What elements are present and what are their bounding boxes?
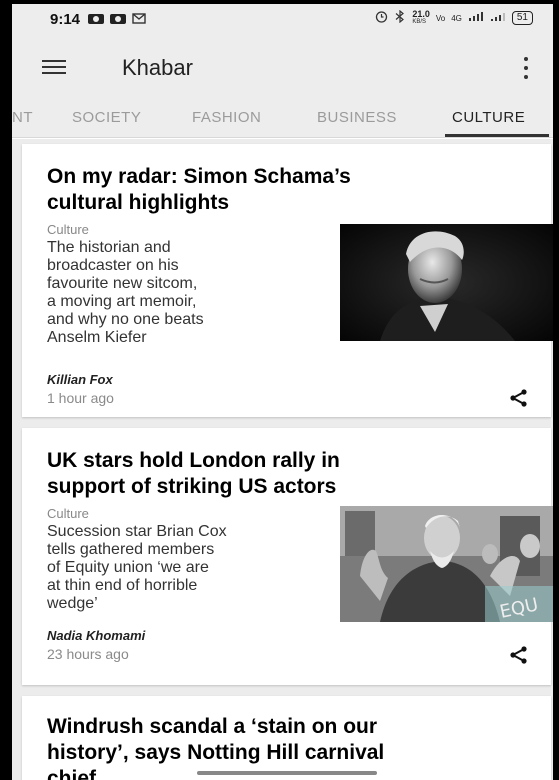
article-thumbnail[interactable]: EQU <box>340 506 553 622</box>
hamburger-menu-icon[interactable] <box>42 60 66 74</box>
article-card[interactable]: On my radar: Simon Schama’s cultural hig… <box>22 144 553 417</box>
article-title-line: Windrush scandal a ‘stain on our <box>47 715 378 738</box>
home-indicator[interactable] <box>197 771 377 775</box>
article-title[interactable]: UK stars hold London rally in support of… <box>47 448 527 500</box>
article-section: Culture <box>47 506 89 521</box>
desc-line: The historian and <box>47 239 171 256</box>
net-speed-value: 21.0 <box>412 9 430 19</box>
tab-society[interactable]: SOCIETY <box>72 109 141 126</box>
desc-line: Anselm Kiefer <box>47 329 147 346</box>
article-card[interactable]: UK stars hold London rally in support of… <box>22 428 553 685</box>
article-title-line: support of striking US actors <box>47 475 337 498</box>
record-notification-icon <box>110 14 127 24</box>
tab-culture[interactable]: CULTURE <box>452 109 525 126</box>
desc-line: favourite new sitcom, <box>47 275 198 292</box>
desc-line: wedge’ <box>47 595 98 612</box>
screen-frame-top <box>0 0 559 4</box>
desc-line: of Equity union ‘we are <box>47 559 209 576</box>
net-speed: 21.0 KB/S <box>412 10 430 26</box>
active-tab-indicator <box>445 134 549 137</box>
article-timestamp: 1 hour ago <box>47 390 114 406</box>
tab-business[interactable]: BUSINESS <box>317 109 397 126</box>
screen-frame-left <box>0 0 12 780</box>
net-speed-unit: KB/S <box>412 19 427 25</box>
screen-frame-right <box>553 0 559 780</box>
article-title-line: cultural highlights <box>47 191 229 214</box>
more-options-icon[interactable] <box>523 57 529 79</box>
tab-partial[interactable]: NT <box>12 109 33 126</box>
desc-line: tells gathered members <box>47 541 215 558</box>
desc-line: Sucession star Brian Cox <box>47 523 227 540</box>
app-bar: Khabar <box>12 38 553 98</box>
article-feed[interactable]: On my radar: Simon Schama’s cultural hig… <box>12 139 553 780</box>
share-icon[interactable] <box>509 389 529 407</box>
desc-line: a moving art memoir, <box>47 293 197 310</box>
category-tabs: NT SOCIETY FASHION BUSINESS CULTURE <box>12 98 553 138</box>
signal-icon <box>468 11 484 25</box>
article-description: The historian and broadcaster on his fav… <box>47 239 332 347</box>
article-card[interactable]: Windrush scandal a ‘stain on our history… <box>22 696 551 780</box>
desc-line: at thin end of horrible <box>47 577 198 594</box>
article-description: Sucession star Brian Cox tells gathered … <box>47 523 332 613</box>
network-type: 4G <box>451 13 462 23</box>
article-timestamp: 23 hours ago <box>47 646 129 662</box>
volte-icon: Vo <box>435 13 446 23</box>
tab-fashion[interactable]: FASHION <box>192 109 261 126</box>
desc-line: and why no one beats <box>47 311 204 328</box>
bluetooth-icon <box>394 9 406 26</box>
article-title-line: UK stars hold London rally in <box>47 449 340 472</box>
mail-notification-icon <box>132 11 146 27</box>
desc-line: broadcaster on his <box>47 257 179 274</box>
status-time: 9:14 <box>50 10 81 28</box>
video-notification-icon <box>88 14 105 24</box>
article-author: Killian Fox <box>47 372 113 387</box>
article-section: Culture <box>47 222 89 237</box>
article-title-line: history’, says Notting Hill carnival <box>47 741 385 764</box>
battery-icon: 51 <box>511 11 533 25</box>
article-title-line: On my radar: Simon Schama’s <box>47 165 351 188</box>
alarm-icon <box>375 10 388 26</box>
article-title[interactable]: On my radar: Simon Schama’s cultural hig… <box>47 164 527 216</box>
share-icon[interactable] <box>509 646 529 664</box>
app-title: Khabar <box>122 55 193 80</box>
article-thumbnail[interactable] <box>340 224 553 341</box>
article-author: Nadia Khomami <box>47 628 146 643</box>
signal-icon-2 <box>490 11 506 25</box>
status-bar: 9:14 21.0 KB/S Vo 4G 51 <box>12 0 553 38</box>
